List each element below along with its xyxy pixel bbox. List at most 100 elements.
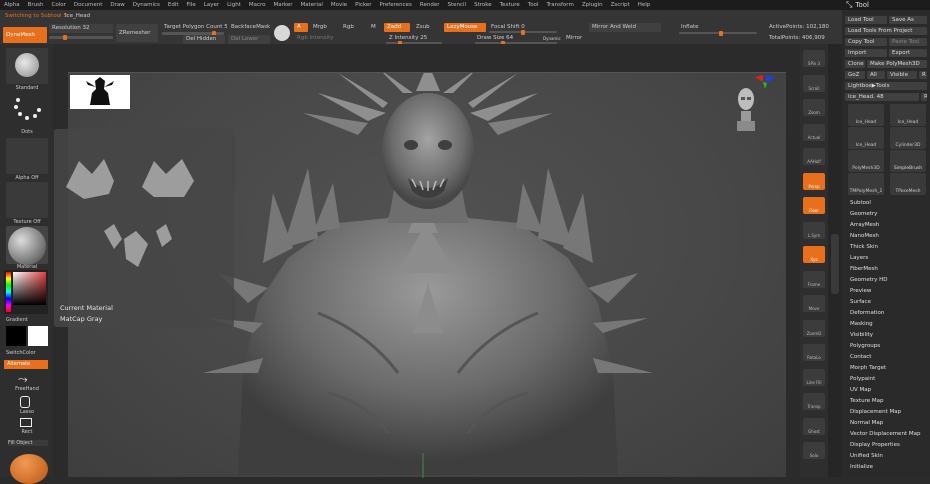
subpalette-fibermesh[interactable]: FiberMesh bbox=[850, 266, 878, 272]
mirror-and-weld-button[interactable]: Mirror And Weld bbox=[589, 23, 661, 32]
dynamesh-button[interactable]: DynaMesh bbox=[3, 27, 47, 43]
menu-draw[interactable]: Draw bbox=[110, 2, 124, 8]
menu-movie[interactable]: Movie bbox=[331, 2, 347, 8]
menu-edit[interactable]: Edit bbox=[168, 2, 179, 8]
shelf-zoom-button[interactable]: Zoom bbox=[803, 99, 825, 116]
a-button[interactable]: A bbox=[294, 23, 308, 32]
inflate-track[interactable] bbox=[679, 31, 757, 36]
lightbox-tools-button[interactable]: Lightbox▶Tools bbox=[845, 82, 927, 90]
shelf-zoomd-button[interactable]: ZoomD bbox=[803, 319, 825, 337]
menu-file[interactable]: File bbox=[187, 2, 196, 8]
menu-material[interactable]: Material bbox=[301, 2, 323, 8]
load-tool-button[interactable]: Load Tool bbox=[845, 16, 887, 24]
subpalette-displacement-map[interactable]: Displacement Map bbox=[850, 409, 901, 415]
lazymouse-button[interactable]: LazyMouse bbox=[444, 23, 486, 32]
menu-light[interactable]: Light bbox=[227, 2, 241, 8]
menu-color[interactable]: Color bbox=[52, 2, 66, 8]
mirror-button[interactable]: Mirror bbox=[563, 34, 599, 43]
inflate-slider[interactable]: Inflate bbox=[678, 23, 758, 32]
subpalette-initialize[interactable]: Initialize bbox=[850, 464, 873, 470]
del-lower-button[interactable]: Del Lower bbox=[228, 35, 270, 44]
subpalette-visibility[interactable]: Visibility bbox=[850, 332, 873, 338]
rgb-intensity-slider[interactable]: Rgb Intensity bbox=[294, 34, 358, 43]
texture-thumbnail[interactable] bbox=[6, 182, 48, 218]
lasso-icon[interactable] bbox=[20, 396, 30, 408]
menu-stencil[interactable]: Stencil bbox=[447, 2, 466, 8]
subpalette-display-properties[interactable]: Display Properties bbox=[850, 442, 900, 448]
shelf-line-fill-button[interactable]: Line Fill bbox=[803, 368, 825, 386]
all-button[interactable]: All bbox=[867, 71, 885, 79]
menu-tool[interactable]: Tool bbox=[528, 2, 539, 8]
menu-brush[interactable]: Brush bbox=[28, 2, 44, 8]
menu-transform[interactable]: Transform bbox=[546, 2, 573, 8]
target-polygon-slider[interactable]: Target Polygon Count 5 bbox=[161, 23, 227, 32]
resolution-slider[interactable]: Resolution 32 bbox=[49, 24, 113, 33]
subpalette-texture-map[interactable]: Texture Map bbox=[850, 398, 884, 404]
save-as-button[interactable]: Save As bbox=[889, 16, 927, 24]
switch-color-button[interactable]: SwitchColor bbox=[6, 350, 48, 356]
menu-layer[interactable]: Layer bbox=[204, 2, 219, 8]
subpalette-geometry-hd[interactable]: Geometry HD bbox=[850, 277, 888, 283]
goz-button[interactable]: GoZ bbox=[845, 71, 865, 79]
subpalette-thick-skin[interactable]: Thick Skin bbox=[850, 244, 878, 250]
tool-thumb-tposemesh[interactable]: TPoseMesh bbox=[890, 173, 926, 195]
subpalette-vector-displacement-map[interactable]: Vector Displacement Map bbox=[850, 431, 920, 437]
shelf-ghost-button[interactable]: Ghost bbox=[803, 417, 825, 435]
shelf-aahalf-button[interactable]: AAHalf bbox=[803, 148, 825, 165]
mrgb-button[interactable]: Mrgb bbox=[310, 23, 334, 32]
subpalette-unified-skin[interactable]: Unified Skin bbox=[850, 453, 883, 459]
subpalette-deformation[interactable]: Deformation bbox=[850, 310, 884, 316]
shelf-rotalo-button[interactable]: RotaLo bbox=[803, 344, 825, 361]
freehand-icon[interactable]: ⤳ bbox=[18, 372, 28, 387]
r2-button[interactable]: R bbox=[921, 93, 927, 101]
subpalette-subtool[interactable]: Subtool bbox=[850, 200, 871, 206]
clone-button[interactable]: Clone bbox=[845, 60, 865, 68]
visible-button[interactable]: Visible bbox=[887, 71, 917, 79]
subpalette-polygroups[interactable]: Polygroups bbox=[850, 343, 880, 349]
paste-tool-button[interactable]: Paste Tool bbox=[889, 38, 927, 46]
alpha-thumbnail[interactable] bbox=[6, 138, 48, 174]
scrollbar-thumb[interactable] bbox=[831, 234, 839, 294]
tool-palette-header[interactable]: ⤡ Tool bbox=[842, 0, 930, 10]
subpalette-uv-map[interactable]: UV Map bbox=[850, 387, 871, 393]
menu-help[interactable]: Help bbox=[638, 2, 651, 8]
color-picker[interactable] bbox=[4, 270, 48, 314]
r-button[interactable]: R bbox=[919, 71, 927, 79]
menu-zplugin[interactable]: Zplugin bbox=[582, 2, 603, 8]
fill-object-button[interactable]: Fill Object bbox=[8, 440, 48, 446]
menu-texture[interactable]: Texture bbox=[500, 2, 520, 8]
shelf-floor-button[interactable]: Floor bbox=[803, 197, 825, 214]
tool-thumb-ice-head[interactable]: Ice_Head bbox=[848, 104, 884, 126]
copy-tool-button[interactable]: Copy Tool bbox=[845, 38, 887, 46]
orientation-head-icon[interactable] bbox=[736, 85, 756, 133]
tool-thumb-cylinder3d[interactable]: Cylinder3D bbox=[890, 127, 926, 149]
m-button[interactable]: M bbox=[368, 23, 380, 32]
shelf-actual-button[interactable]: Actual bbox=[803, 123, 825, 141]
menu-zscript[interactable]: Zscript bbox=[611, 2, 630, 8]
secondary-color-swatch[interactable] bbox=[28, 326, 48, 346]
saturation-square[interactable] bbox=[13, 272, 46, 305]
menu-document[interactable]: Document bbox=[74, 2, 103, 8]
shelf-l-sym-button[interactable]: L.Sym bbox=[803, 221, 825, 239]
subpalette-normal-map[interactable]: Normal Map bbox=[850, 420, 883, 426]
focal-shift-track[interactable] bbox=[489, 30, 557, 35]
shelf-scroll-button[interactable]: Scroll bbox=[803, 74, 825, 92]
subpalette-layers[interactable]: Layers bbox=[850, 255, 868, 261]
tool-thumb-simplebrush[interactable]: SimpleBrush bbox=[890, 150, 926, 172]
menu-dynamics[interactable]: Dynamics bbox=[133, 2, 160, 8]
shelf-move-button[interactable]: Move bbox=[803, 295, 825, 312]
menu-macro[interactable]: Macro bbox=[249, 2, 266, 8]
menu-alpha[interactable]: Alpha bbox=[4, 2, 20, 8]
rgb-button[interactable]: Rgb bbox=[340, 23, 360, 32]
export-button[interactable]: Export bbox=[889, 49, 927, 57]
subpalette-contact[interactable]: Contact bbox=[850, 354, 871, 360]
import-button[interactable]: Import bbox=[845, 49, 887, 57]
tool-thumb-polymesh3d[interactable]: PolyMesh3D bbox=[848, 150, 884, 172]
tool-thumb-ice-head[interactable]: Ice_Head bbox=[890, 104, 926, 126]
tool-thumb-ice-head[interactable]: Ice_Head bbox=[848, 127, 884, 149]
zremesher-button[interactable]: ZRemesher bbox=[116, 24, 158, 42]
backface-mask-button[interactable]: BackfaceMask bbox=[228, 23, 270, 32]
resolution-track[interactable] bbox=[49, 35, 113, 40]
subpalette-polypaint[interactable]: Polypaint bbox=[850, 376, 875, 382]
stroke-thumbnail[interactable] bbox=[6, 92, 48, 128]
